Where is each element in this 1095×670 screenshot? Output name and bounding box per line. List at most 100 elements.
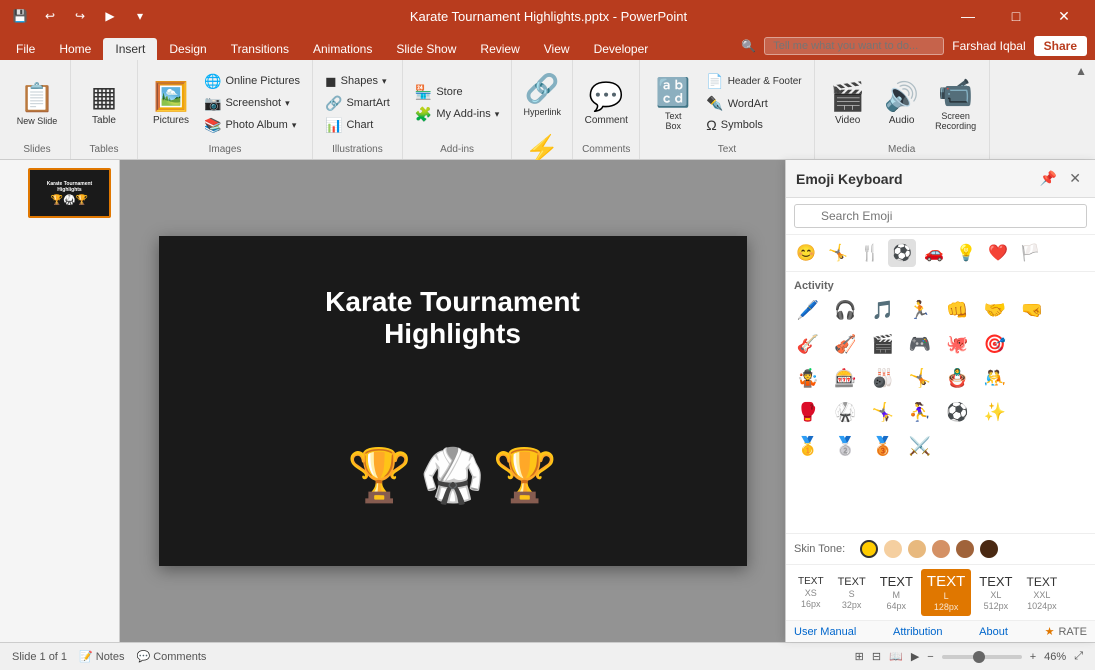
- size-m-button[interactable]: TEXT M 64px: [874, 570, 919, 615]
- emoji-fist[interactable]: 👊: [942, 294, 974, 326]
- tab-slideshow[interactable]: Slide Show: [384, 38, 468, 60]
- photo-album-button[interactable]: 📚 Photo Album ▾: [200, 115, 304, 136]
- tab-insert[interactable]: Insert: [103, 38, 157, 60]
- audio-button[interactable]: 🔊 Audio: [877, 70, 927, 136]
- slideshow-button[interactable]: ▶: [911, 650, 919, 663]
- new-slide-button[interactable]: 📋 New Slide: [12, 70, 62, 136]
- category-sports-button[interactable]: ⚽: [888, 239, 916, 267]
- emoji-panel-close-button[interactable]: ✕: [1065, 168, 1085, 189]
- category-food-button[interactable]: 🍴: [856, 239, 884, 267]
- emoji-woman-playing[interactable]: ⛹️‍♀️: [904, 396, 936, 428]
- reading-view-button[interactable]: 📖: [889, 650, 903, 663]
- tab-view[interactable]: View: [532, 38, 582, 60]
- attribution-link[interactable]: Attribution: [893, 626, 943, 638]
- skin-tone-yellow[interactable]: [860, 540, 878, 558]
- maximize-button[interactable]: □: [993, 0, 1039, 32]
- wordart-button[interactable]: ✒️ WordArt: [702, 93, 805, 114]
- category-symbols-button[interactable]: ❤️: [984, 239, 1012, 267]
- category-smileys-button[interactable]: 😊: [792, 239, 820, 267]
- emoji-martial-arts[interactable]: 🥋: [829, 396, 861, 428]
- smartart-button[interactable]: 🔗 SmartArt: [321, 93, 394, 114]
- slide-canvas[interactable]: Karate TournamentHighlights 🏆 🥋 🏆: [159, 236, 747, 566]
- size-xs-button[interactable]: TEXT XS 16px: [792, 572, 830, 613]
- emoji-target[interactable]: 🎯: [979, 328, 1011, 360]
- emoji-2nd-medal[interactable]: 🥈: [829, 430, 861, 462]
- emoji-doll[interactable]: 🪆: [942, 362, 974, 394]
- emoji-cartwheel[interactable]: 🤸: [904, 362, 936, 394]
- size-xl-button[interactable]: TEXT XL 512px: [973, 570, 1018, 615]
- emoji-boxing[interactable]: 🥊: [792, 396, 824, 428]
- emoji-bowling[interactable]: 🎳: [867, 362, 899, 394]
- emoji-1st-medal[interactable]: 🥇: [792, 430, 824, 462]
- emoji-pen[interactable]: 🖊️: [792, 294, 824, 326]
- ribbon-search-input[interactable]: [764, 37, 944, 55]
- size-xxl-button[interactable]: TEXT XXL 1024px: [1021, 571, 1064, 615]
- tab-developer[interactable]: Developer: [582, 38, 661, 60]
- skin-tone-medium-light[interactable]: [908, 540, 926, 558]
- emoji-handshake[interactable]: 🤝: [979, 294, 1011, 326]
- comment-button[interactable]: 💬 Comment: [581, 70, 631, 136]
- tab-home[interactable]: Home: [47, 38, 103, 60]
- zoom-slider[interactable]: [942, 655, 1022, 659]
- user-manual-link[interactable]: User Manual: [794, 626, 856, 638]
- save-button[interactable]: 💾: [8, 4, 32, 28]
- emoji-gamepad[interactable]: 🎮: [904, 328, 936, 360]
- slide-sorter-button[interactable]: ⊟: [872, 650, 881, 663]
- emoji-clapper[interactable]: 🎬: [867, 328, 899, 360]
- tab-review[interactable]: Review: [468, 38, 531, 60]
- share-button[interactable]: Share: [1034, 36, 1087, 56]
- category-activity-button[interactable]: 🤸: [824, 239, 852, 267]
- emoji-guitar[interactable]: 🎸: [792, 328, 824, 360]
- hyperlink-button[interactable]: 🔗 Hyperlink: [520, 64, 564, 124]
- store-button[interactable]: 🏪 Store: [411, 82, 503, 103]
- normal-view-button[interactable]: ⊞: [855, 650, 864, 663]
- skin-tone-light[interactable]: [884, 540, 902, 558]
- size-l-button[interactable]: TEXT L 128px: [921, 569, 971, 616]
- header-footer-button[interactable]: 📄 Header & Footer: [702, 71, 805, 92]
- close-button[interactable]: ✕: [1041, 0, 1087, 32]
- zoom-in-button[interactable]: +: [1030, 651, 1036, 663]
- tab-file[interactable]: File: [4, 38, 47, 60]
- present-button[interactable]: ▶: [98, 4, 122, 28]
- tab-animations[interactable]: Animations: [301, 38, 384, 60]
- emoji-violin[interactable]: 🎻: [829, 328, 861, 360]
- emoji-music[interactable]: 🎵: [867, 294, 899, 326]
- undo-button[interactable]: ↩: [38, 4, 62, 28]
- video-button[interactable]: 🎬 Video: [823, 70, 873, 136]
- emoji-running[interactable]: 🏃: [904, 294, 936, 326]
- about-link[interactable]: About: [979, 626, 1008, 638]
- emoji-crossed-swords[interactable]: ⚔️: [904, 430, 936, 462]
- table-button[interactable]: ▦ Table: [79, 70, 129, 136]
- ribbon-collapse[interactable]: ▲: [1071, 60, 1091, 159]
- emoji-search-input[interactable]: [794, 204, 1087, 228]
- screenshot-button[interactable]: 📷 Screenshot ▾: [200, 93, 304, 114]
- fit-window-button[interactable]: ⤢: [1074, 650, 1083, 663]
- chart-button[interactable]: 📊 Chart: [321, 115, 394, 136]
- emoji-3rd-medal[interactable]: 🥉: [867, 430, 899, 462]
- emoji-panel-pin-button[interactable]: 📌: [1036, 168, 1061, 189]
- my-addins-button[interactable]: 🧩 My Add-ins ▾: [411, 104, 503, 125]
- skin-tone-dark[interactable]: [980, 540, 998, 558]
- tab-design[interactable]: Design: [157, 38, 218, 60]
- size-s-button[interactable]: TEXT S 32px: [832, 572, 872, 614]
- screen-recording-button[interactable]: 📹 ScreenRecording: [931, 70, 981, 136]
- notes-button[interactable]: 📝 Notes: [79, 650, 124, 663]
- slide-thumbnail[interactable]: Karate TournamentHighlights 🏆🥋🏆: [28, 168, 111, 218]
- skin-tone-medium-dark[interactable]: [956, 540, 974, 558]
- emoji-wrestling[interactable]: 🤼: [979, 362, 1011, 394]
- emoji-octopus[interactable]: 🐙: [942, 328, 974, 360]
- rate-button[interactable]: ★ RATE: [1045, 625, 1087, 638]
- online-pictures-button[interactable]: 🌐 Online Pictures: [200, 71, 304, 92]
- emoji-woman-cartwheeling[interactable]: 🤸‍♀️: [867, 396, 899, 428]
- emoji-sparkles[interactable]: ✨: [979, 396, 1011, 428]
- redo-button[interactable]: ↪: [68, 4, 92, 28]
- comments-button[interactable]: 💬 Comments: [137, 650, 207, 663]
- tab-transitions[interactable]: Transitions: [219, 38, 301, 60]
- emoji-row1-7[interactable]: 🤜: [1016, 294, 1048, 326]
- minimize-button[interactable]: —: [945, 0, 991, 32]
- emoji-soccer[interactable]: ⚽: [942, 396, 974, 428]
- category-flags-button[interactable]: 🏳️: [1016, 239, 1044, 267]
- symbols-button[interactable]: Ω Symbols: [702, 115, 805, 135]
- emoji-slot[interactable]: 🎰: [829, 362, 861, 394]
- emoji-juggle[interactable]: 🤹: [792, 362, 824, 394]
